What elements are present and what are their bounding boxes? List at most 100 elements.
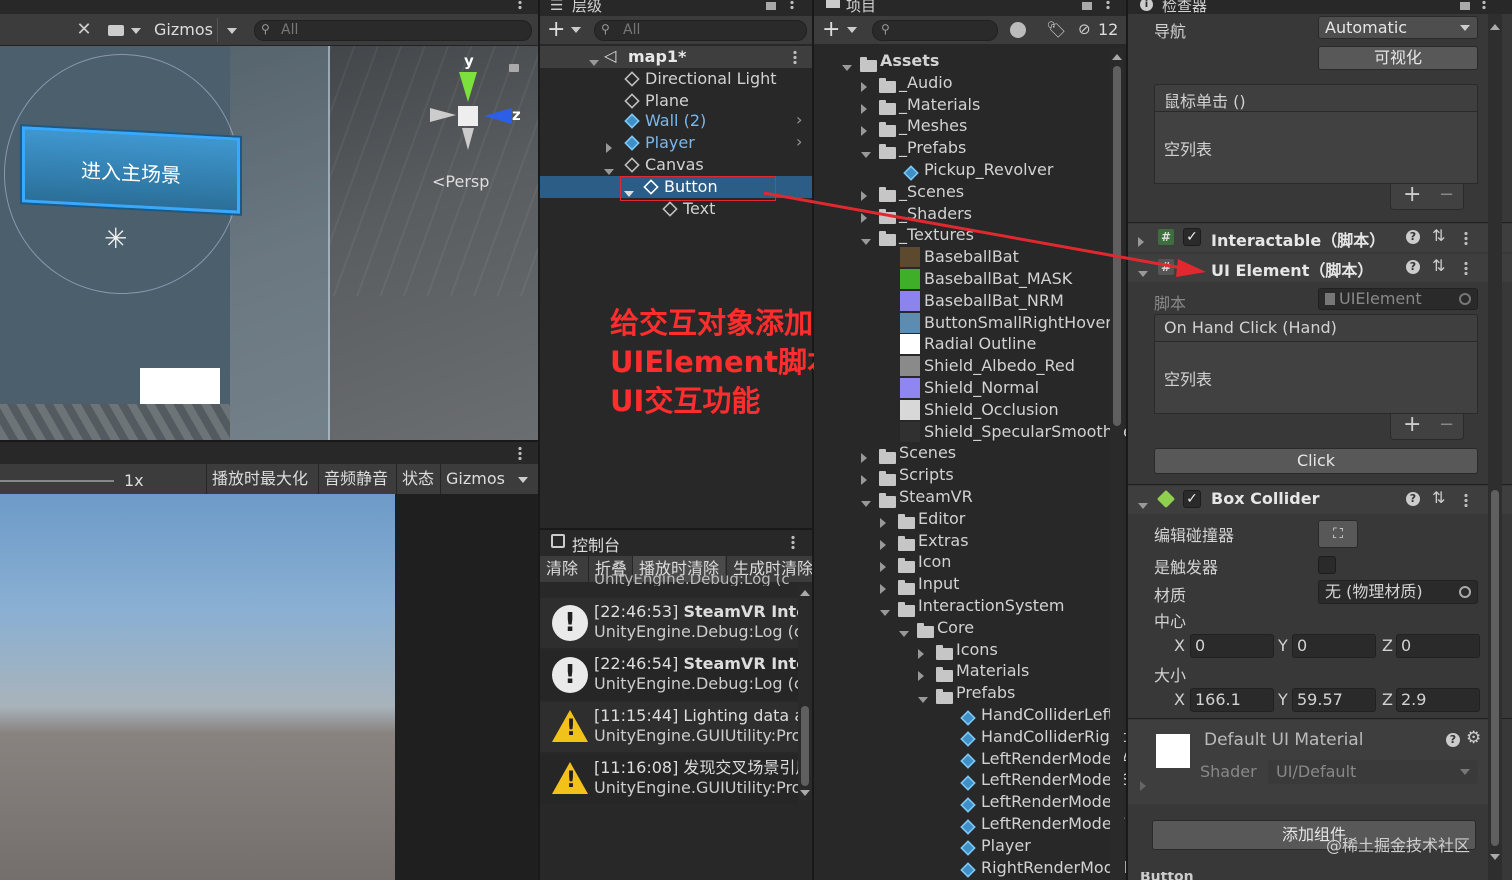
project-lock-icon[interactable] bbox=[1082, 2, 1092, 10]
project-item[interactable]: Editor bbox=[814, 508, 1112, 530]
project-scrollbar[interactable] bbox=[1110, 48, 1124, 880]
click-button[interactable]: Click bbox=[1154, 448, 1478, 474]
persp-label[interactable]: <Persp bbox=[432, 172, 489, 191]
console-log-entry[interactable]: ! [11:15:44] Lighting data a: UnityEngin… bbox=[540, 702, 810, 752]
project-item[interactable]: _Audio bbox=[814, 72, 1112, 94]
project-item[interactable]: _Meshes bbox=[814, 115, 1112, 137]
fold-arrow[interactable] bbox=[1138, 232, 1144, 250]
component-menu-icon[interactable] bbox=[1464, 261, 1468, 275]
help-icon[interactable]: ? bbox=[1446, 733, 1460, 747]
camera-dropdown-icon[interactable] bbox=[131, 28, 141, 34]
hierarchy-search-input[interactable]: ⚲ All bbox=[594, 20, 807, 41]
object-picker-icon[interactable] bbox=[1459, 586, 1471, 598]
hierarchy-item-player[interactable]: Player › bbox=[540, 132, 812, 154]
tools-icon[interactable]: ✕ bbox=[74, 20, 94, 40]
project-item[interactable]: BaseballBat bbox=[814, 246, 1112, 268]
project-item[interactable]: Pickup_Revolver bbox=[814, 159, 1112, 181]
edit-collider-button[interactable]: ⛶ bbox=[1318, 520, 1358, 548]
project-item[interactable]: LeftRenderModelFl bbox=[814, 813, 1126, 835]
project-item[interactable]: Assets bbox=[814, 50, 1112, 72]
project-item[interactable]: Prefabs bbox=[814, 682, 1112, 704]
hidden-packages-icon[interactable]: ⊘ bbox=[1078, 20, 1091, 38]
console-log-entry[interactable]: ! [22:46:53] SteamVR Inter UnityEngine.D… bbox=[540, 598, 812, 648]
gizmos-dropdown-icon[interactable] bbox=[227, 28, 237, 34]
scale-slider[interactable] bbox=[0, 480, 114, 482]
lock-icon[interactable] bbox=[509, 64, 519, 72]
project-item[interactable]: BaseballBat_MASK bbox=[814, 268, 1112, 290]
project-tab[interactable]: 项目 bbox=[814, 0, 1126, 15]
project-item[interactable]: Shield_Albedo_Red bbox=[814, 355, 1112, 377]
project-item[interactable]: Shield_SpecularSmoothness bbox=[814, 421, 1126, 443]
preset-icon[interactable]: ⇅ bbox=[1432, 226, 1445, 245]
hierarchy-lock-icon[interactable] bbox=[766, 2, 776, 10]
preset-icon[interactable]: ⇅ bbox=[1432, 488, 1445, 507]
hierarchy-item-plane[interactable]: Plane bbox=[540, 90, 812, 112]
help-icon[interactable]: ? bbox=[1406, 492, 1420, 506]
component-menu-icon[interactable] bbox=[1464, 231, 1468, 245]
project-menu-icon[interactable] bbox=[1106, 0, 1110, 10]
remove-event-button[interactable]: − bbox=[1439, 414, 1454, 435]
stats-button[interactable]: 状态 bbox=[396, 464, 439, 494]
fold-arrow[interactable] bbox=[1138, 264, 1148, 282]
add-event-button[interactable]: + bbox=[1403, 182, 1421, 207]
console-tab[interactable]: 控制台 bbox=[540, 530, 812, 556]
project-item[interactable]: Shield_Occlusion bbox=[814, 399, 1112, 421]
remove-event-button[interactable]: − bbox=[1439, 184, 1454, 205]
project-item[interactable]: Player bbox=[814, 835, 1112, 857]
ui-element-component-header[interactable]: # UI Element（脚本） ? ⇅ bbox=[1128, 254, 1512, 282]
interactable-component-header[interactable]: # ✓ Interactable（脚本） ? ⇅ bbox=[1128, 224, 1512, 252]
nav-dropdown[interactable]: Automatic bbox=[1318, 16, 1478, 39]
console-log-entry[interactable]: ! [11:16:08] 发现交叉场景引用 UnityEngine.GUIUti… bbox=[540, 754, 811, 804]
center-y-field[interactable]: 0 bbox=[1292, 634, 1376, 658]
scene-ui-button[interactable]: 进入主场景 bbox=[22, 126, 240, 214]
inspector-scroll-down-arrow[interactable] bbox=[1490, 854, 1500, 860]
fold-arrow[interactable] bbox=[1138, 496, 1148, 514]
is-trigger-checkbox[interactable] bbox=[1318, 556, 1336, 574]
project-add-button[interactable]: + bbox=[822, 16, 840, 44]
project-item[interactable]: Core bbox=[814, 617, 1112, 639]
search-by-type-icon[interactable] bbox=[1010, 22, 1026, 38]
project-item[interactable]: _Prefabs bbox=[814, 137, 1112, 159]
maximize-on-play-button[interactable]: 播放时最大化 bbox=[206, 464, 313, 494]
material-preview-swatch[interactable] bbox=[1156, 734, 1190, 768]
project-item[interactable]: BaseballBat_NRM bbox=[814, 290, 1112, 312]
project-item[interactable]: _Scenes bbox=[814, 181, 1112, 203]
project-item[interactable]: LeftRenderModel S bbox=[814, 769, 1126, 791]
interactable-enabled-checkbox[interactable]: ✓ bbox=[1183, 228, 1201, 246]
inspector-menu-icon[interactable] bbox=[1482, 0, 1486, 10]
hierarchy-add-dropdown-icon[interactable] bbox=[571, 27, 581, 33]
size-y-field[interactable]: 59.57 bbox=[1292, 688, 1376, 712]
scroll-up-arrow[interactable] bbox=[800, 590, 810, 596]
component-menu-icon[interactable] bbox=[1464, 493, 1468, 507]
scroll-down-arrow[interactable] bbox=[800, 790, 810, 796]
hierarchy-tab[interactable]: ☰ 层级 bbox=[540, 0, 812, 15]
search-by-label-icon[interactable]: 🏷 bbox=[1046, 20, 1066, 39]
project-item[interactable]: InteractionSystem bbox=[814, 595, 1112, 617]
scene-row-menu-icon[interactable] bbox=[793, 50, 797, 64]
chevron-right-icon[interactable]: › bbox=[796, 110, 802, 129]
project-item[interactable]: ButtonSmallRightHover bbox=[814, 312, 1112, 334]
project-add-dropdown-icon[interactable] bbox=[847, 27, 857, 33]
scene-search-input[interactable]: ⚲ All bbox=[254, 20, 532, 41]
fold-arrow[interactable] bbox=[1140, 776, 1146, 794]
game-gizmos-dropdown-icon[interactable] bbox=[518, 477, 528, 483]
gear-icon[interactable]: ⚙ bbox=[1466, 728, 1481, 748]
preset-icon[interactable]: ⇅ bbox=[1432, 256, 1445, 275]
inspector-lock-icon[interactable] bbox=[1460, 2, 1470, 10]
hierarchy-menu-icon[interactable] bbox=[790, 0, 794, 10]
console-log-entry[interactable]: ! [22:46:54] SteamVR Inter UnityEngine.D… bbox=[540, 650, 812, 700]
box-collider-header[interactable]: ✓ Box Collider ? ⇅ bbox=[1128, 486, 1512, 514]
add-event-button[interactable]: + bbox=[1403, 412, 1421, 437]
console-scrollbar[interactable] bbox=[798, 586, 812, 800]
size-z-field[interactable]: 2.9 bbox=[1396, 688, 1480, 712]
project-item[interactable]: Scripts bbox=[814, 464, 1112, 486]
center-z-field[interactable]: 0 bbox=[1396, 634, 1480, 658]
project-item[interactable]: Scenes bbox=[814, 442, 1112, 464]
scroll-thumb[interactable] bbox=[801, 706, 809, 786]
console-menu-icon[interactable] bbox=[791, 535, 795, 549]
shader-dropdown[interactable]: UI/Default bbox=[1268, 760, 1478, 784]
project-item[interactable]: _Textures bbox=[814, 224, 1112, 246]
project-item[interactable]: LeftRenderModel A bbox=[814, 748, 1126, 770]
project-item[interactable]: Radial Outline bbox=[814, 333, 1112, 355]
project-item[interactable]: _Shaders bbox=[814, 203, 1112, 225]
